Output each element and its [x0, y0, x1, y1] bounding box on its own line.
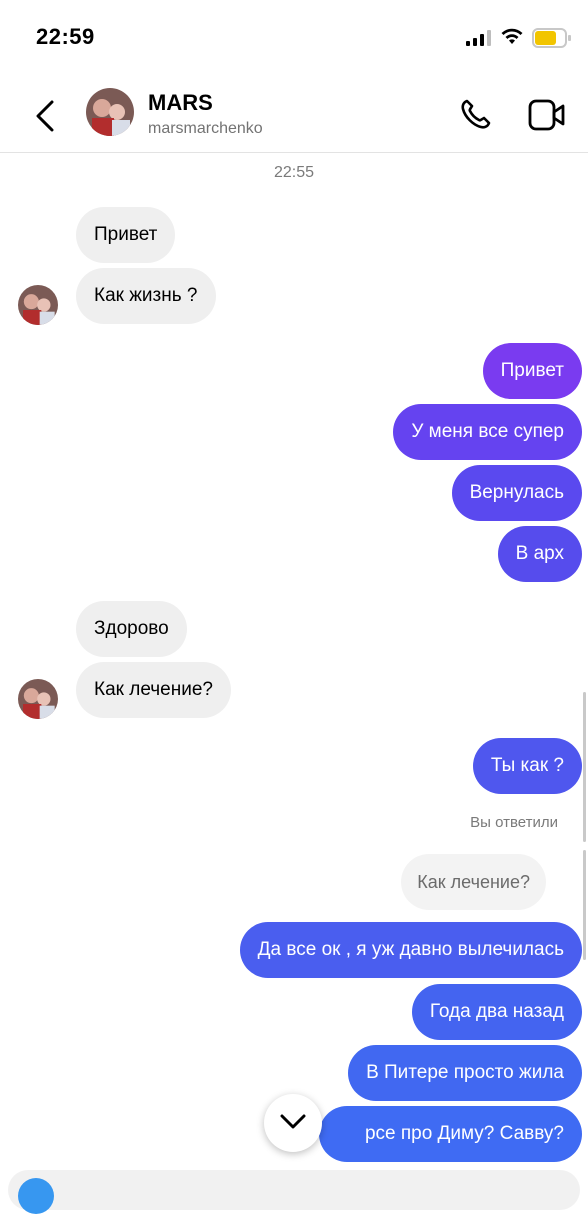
outgoing-message[interactable]: В Питере просто жила [348, 1045, 582, 1101]
reply-label: Вы ответили [470, 814, 558, 831]
back-chevron-icon[interactable] [32, 98, 60, 134]
incoming-message[interactable]: Привет [76, 207, 176, 263]
outgoing-message[interactable]: Да все ок , я уж давно вылечилась [239, 922, 582, 978]
contact-name[interactable]: MARS [148, 90, 213, 116]
wifi-icon [501, 28, 523, 44]
contact-avatar[interactable] [86, 88, 134, 136]
incoming-message[interactable]: Здорово [76, 601, 187, 657]
incoming-message[interactable]: Как жизнь ? [76, 268, 216, 324]
scrollbar[interactable] [583, 692, 586, 842]
message-timestamp: 22:55 [273, 164, 315, 181]
outgoing-message[interactable]: рсе про Диму? Савву? [318, 1106, 582, 1162]
message-composer[interactable] [8, 1170, 580, 1214]
scroll-to-bottom-button[interactable] [264, 1094, 322, 1152]
sender-avatar[interactable] [18, 285, 58, 325]
video-camera-icon[interactable] [528, 98, 566, 132]
cellular-signal-icon [466, 30, 491, 46]
outgoing-message[interactable]: Вернулась [451, 465, 582, 521]
outgoing-message[interactable]: У меня все супер [393, 404, 582, 460]
sender-avatar[interactable] [18, 679, 58, 719]
phone-icon[interactable] [458, 96, 494, 132]
outgoing-message[interactable]: В арх [497, 526, 582, 582]
outgoing-message[interactable]: Года два назад [411, 984, 582, 1040]
chevron-down-icon [280, 1114, 306, 1129]
outgoing-message[interactable]: Привет [482, 343, 582, 399]
battery-icon [532, 28, 571, 48]
contact-username[interactable]: marsmarchenko [148, 120, 263, 138]
chat-header: MARS marsmarchenko [0, 80, 588, 153]
status-time: 22:59 [36, 24, 95, 49]
replied-message-preview[interactable]: Как лечение? [401, 854, 546, 910]
outgoing-message[interactable]: Ты как ? [472, 738, 582, 794]
incoming-message[interactable]: Как лечение? [76, 662, 231, 718]
camera-button[interactable] [18, 1178, 54, 1214]
scrollbar[interactable] [583, 850, 586, 960]
status-bar: 22:59 [0, 0, 588, 80]
